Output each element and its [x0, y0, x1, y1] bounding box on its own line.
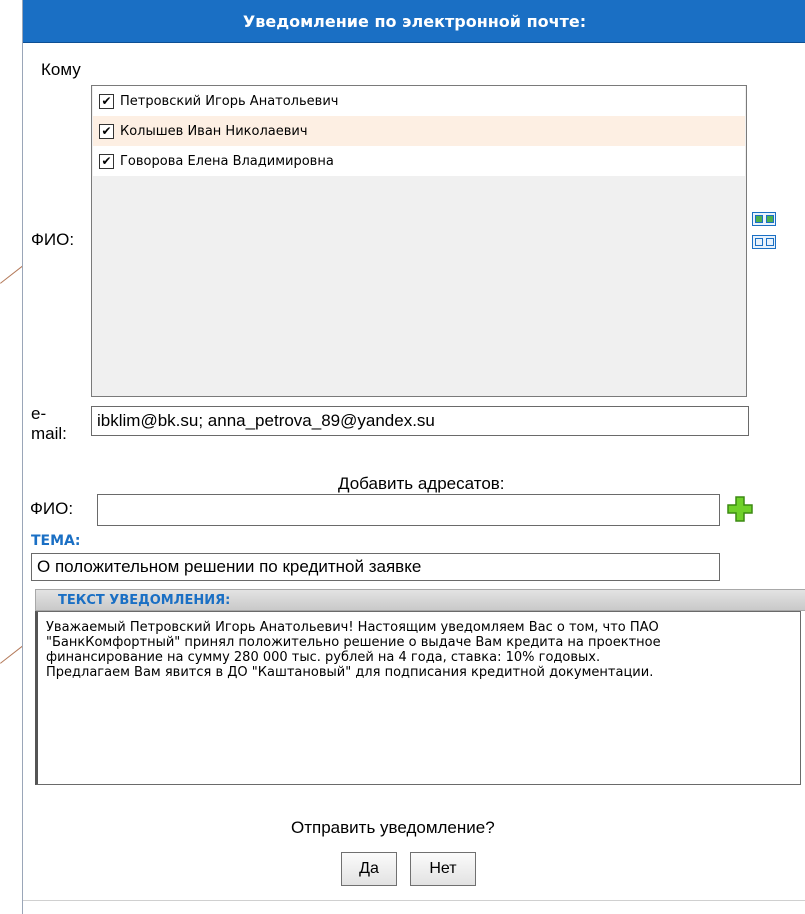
subject-field[interactable]: О положительном решении по кредитной зая… [31, 553, 720, 581]
send-question: Отправить уведомление? [291, 818, 495, 837]
add-fio-label: ФИО: [30, 499, 74, 518]
recipient-name: Колышев Иван Николаевич [120, 123, 308, 139]
recipient-name: Говорова Елена Владимировна [120, 153, 334, 169]
email-field[interactable]: ibklim@bk.su; anna_petrova_89@yandex.su [91, 406, 749, 436]
recipient-checkbox[interactable]: ✔ [99, 153, 114, 169]
notification-text-header: ТЕКСТ УВЕДОМЛЕНИЯ: [35, 589, 805, 611]
add-recipients-label: Добавить адресатов: [338, 474, 505, 493]
callout-line-bottom [0, 644, 25, 664]
select-all-icon[interactable] [752, 212, 776, 226]
recipient-name: Петровский Игорь Анатольевич [120, 93, 339, 109]
recipient-row[interactable]: ✔ Петровский Игорь Анатольевич [93, 86, 745, 116]
recipient-checkbox[interactable]: ✔ [99, 123, 114, 139]
recipient-list: ✔ Петровский Игорь Анатольевич ✔ Колышев Ив… [91, 85, 747, 397]
fio-label: ФИО: [31, 230, 75, 249]
recipient-checkbox[interactable]: ✔ [99, 93, 114, 109]
no-button[interactable]: Нет [410, 852, 476, 886]
dialog-bottom-divider [23, 900, 805, 901]
yes-button[interactable]: Да [341, 852, 397, 886]
add-fio-input[interactable] [97, 494, 720, 526]
to-label: Кому [41, 60, 81, 79]
email-label: e-mail: [31, 404, 67, 443]
subject-label: ТЕМА: [31, 533, 81, 549]
recipient-row[interactable]: ✔ Говорова Елена Владимировна [93, 146, 745, 176]
recipient-row[interactable]: ✔ Колышев Иван Николаевич [93, 116, 745, 146]
email-notification-dialog: Уведомление по электронной почте: Кому Ф… [22, 0, 805, 914]
notification-text-area[interactable]: Уважаемый Петровский Игорь Анатольевич! … [35, 611, 801, 785]
callout-line-top [0, 264, 25, 284]
deselect-all-icon[interactable] [752, 235, 776, 249]
plus-icon[interactable] [727, 496, 753, 522]
dialog-title: Уведомление по электронной почте: [23, 0, 805, 43]
